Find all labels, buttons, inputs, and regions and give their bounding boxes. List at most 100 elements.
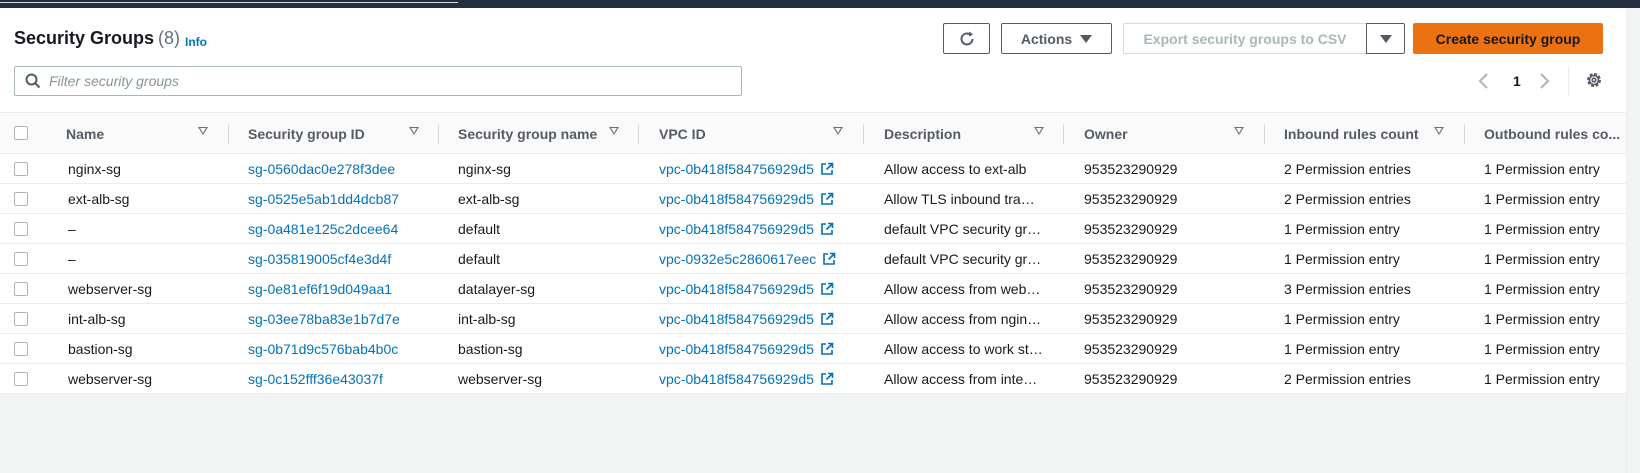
group-count: (8) [158,28,181,48]
column-header-security-group-name[interactable]: Security group name [458,113,608,155]
column-divider[interactable] [863,124,864,144]
inbound-rules-cell: 3 Permission entries [1284,280,1411,297]
column-header-description[interactable]: Description [884,113,1034,155]
column-label: Inbound rules count [1284,126,1419,142]
row-checkbox[interactable] [14,162,28,176]
description-cell: Allow access to ext-alb [884,160,1027,177]
row-checkbox[interactable] [14,252,28,266]
column-label: Security group name [458,126,598,142]
scrollbar[interactable] [1626,8,1640,473]
column-divider[interactable] [1063,124,1064,144]
search-field [14,66,742,96]
next-page-button[interactable] [1538,71,1550,91]
security-group-id-link[interactable]: sg-0a481e125c2dcee64 [248,214,448,243]
row-checkbox[interactable] [14,372,28,386]
sort-icon[interactable] [409,127,419,135]
table-row[interactable]: int-alb-sg sg-03ee78ba83e1b7d7e int-alb-… [0,304,1626,334]
table-row[interactable]: – sg-0a481e125c2dcee64 default vpc-0b418… [0,214,1626,244]
vpc-id-link[interactable]: vpc-0b418f584756929d5 [659,184,859,213]
table-row[interactable]: – sg-035819005cf4e3d4f default vpc-0932e… [0,244,1626,274]
inbound-rules-cell: 1 Permission entry [1284,340,1400,357]
name-cell: bastion-sg [68,340,133,357]
external-link-icon [821,162,834,175]
vpc-id-link[interactable]: vpc-0b418f584756929d5 [659,154,859,183]
inbound-rules-cell: 2 Permission entries [1284,370,1411,387]
sort-icon[interactable] [198,127,208,135]
owner-cell: 953523290929 [1084,340,1178,357]
description-cell: Allow access from web… [884,280,1041,297]
description-cell: default VPC security gr… [884,220,1042,237]
row-checkbox[interactable] [14,192,28,206]
vpc-id-link[interactable]: vpc-0b418f584756929d5 [659,364,859,393]
refresh-icon [960,31,973,45]
column-label: Outbound rules co... [1484,126,1621,142]
outbound-rules-cell: 1 Permission entry [1484,250,1600,267]
name-cell: – [68,250,76,267]
select-all-checkbox[interactable] [14,126,28,140]
vpc-id-text: vpc-0b418f584756929d5 [659,310,814,327]
column-divider[interactable] [1264,124,1265,144]
refresh-button[interactable] [943,23,990,54]
external-link-icon [821,222,834,235]
sort-icon[interactable] [833,127,843,135]
sort-icon[interactable] [1434,127,1444,135]
column-header-vpc-id[interactable]: VPC ID [659,113,809,155]
sort-icon[interactable] [1234,127,1244,135]
row-checkbox[interactable] [14,342,28,356]
vpc-id-text: vpc-0b418f584756929d5 [659,190,814,207]
console-search-edge[interactable] [0,0,458,3]
column-header-inbound-rules-count[interactable]: Inbound rules count [1284,113,1429,155]
external-link-icon [821,282,834,295]
column-divider[interactable] [228,124,229,144]
column-header-owner[interactable]: Owner [1084,113,1214,155]
vpc-id-link[interactable]: vpc-0b418f584756929d5 [659,274,859,303]
table-row[interactable]: bastion-sg sg-0b71d9c576bab4b0c bastion-… [0,334,1626,364]
chevron-right-icon [1540,73,1550,89]
vpc-id-link[interactable]: vpc-0b418f584756929d5 [659,304,859,333]
export-csv-button[interactable]: Export security groups to CSV [1123,23,1366,54]
export-options-dropdown[interactable] [1366,23,1405,54]
security-group-id-link[interactable]: sg-0c152fff36e43037f [248,364,448,393]
current-page[interactable]: 1 [1513,71,1521,91]
security-group-id-link[interactable]: sg-0b71d9c576bab4b0c [248,334,448,363]
column-label: Name [66,126,105,142]
search-input[interactable] [49,67,729,95]
row-checkbox[interactable] [14,282,28,296]
security-group-id-link[interactable]: sg-035819005cf4e3d4f [248,244,448,273]
column-header-security-group-id[interactable]: Security group ID [248,113,398,155]
vpc-id-link[interactable]: vpc-0932e5c2860617eec [659,244,859,273]
description-cell: default VPC security gr… [884,250,1042,267]
vpc-id-link[interactable]: vpc-0b418f584756929d5 [659,214,859,243]
info-link[interactable]: Info [185,35,207,49]
security-group-id-link[interactable]: sg-0560dac0e278f3dee [248,154,448,183]
table-row[interactable]: webserver-sg sg-0c152fff36e43037f webser… [0,364,1626,394]
column-header-name[interactable]: Name [66,113,191,155]
table-row[interactable]: nginx-sg sg-0560dac0e278f3dee nginx-sg v… [0,154,1626,184]
security-group-id-link[interactable]: sg-0525e5ab1dd4dcb87 [248,184,448,213]
inbound-rules-cell: 1 Permission entry [1284,220,1400,237]
sort-icon[interactable] [1034,127,1044,135]
preferences-button[interactable] [1585,71,1603,94]
inbound-rules-cell: 2 Permission entries [1284,190,1411,207]
create-security-group-button[interactable]: Create security group [1413,23,1603,54]
caret-down-icon [1379,34,1392,43]
vpc-id-link[interactable]: vpc-0b418f584756929d5 [659,334,859,363]
table-row[interactable]: webserver-sg sg-0e81ef6f19d049aa1 datala… [0,274,1626,304]
column-header-outbound-rules-count[interactable]: Outbound rules co... [1484,113,1624,155]
column-divider[interactable] [638,124,639,144]
chevron-left-icon [1478,73,1488,89]
column-divider[interactable] [438,124,439,144]
security-group-id-link[interactable]: sg-03ee78ba83e1b7d7e [248,304,448,333]
column-divider[interactable] [1464,124,1465,144]
row-checkbox[interactable] [14,312,28,326]
previous-page-button[interactable] [1478,71,1490,91]
actions-dropdown[interactable]: Actions [1001,23,1112,54]
inbound-rules-cell: 1 Permission entry [1284,310,1400,327]
name-cell: nginx-sg [68,160,121,177]
security-group-id-link[interactable]: sg-0e81ef6f19d049aa1 [248,274,448,303]
table-row[interactable]: ext-alb-sg sg-0525e5ab1dd4dcb87 ext-alb-… [0,184,1626,214]
row-checkbox[interactable] [14,222,28,236]
sort-icon[interactable] [609,127,619,135]
caret-down-icon [1080,34,1093,43]
owner-cell: 953523290929 [1084,160,1178,177]
